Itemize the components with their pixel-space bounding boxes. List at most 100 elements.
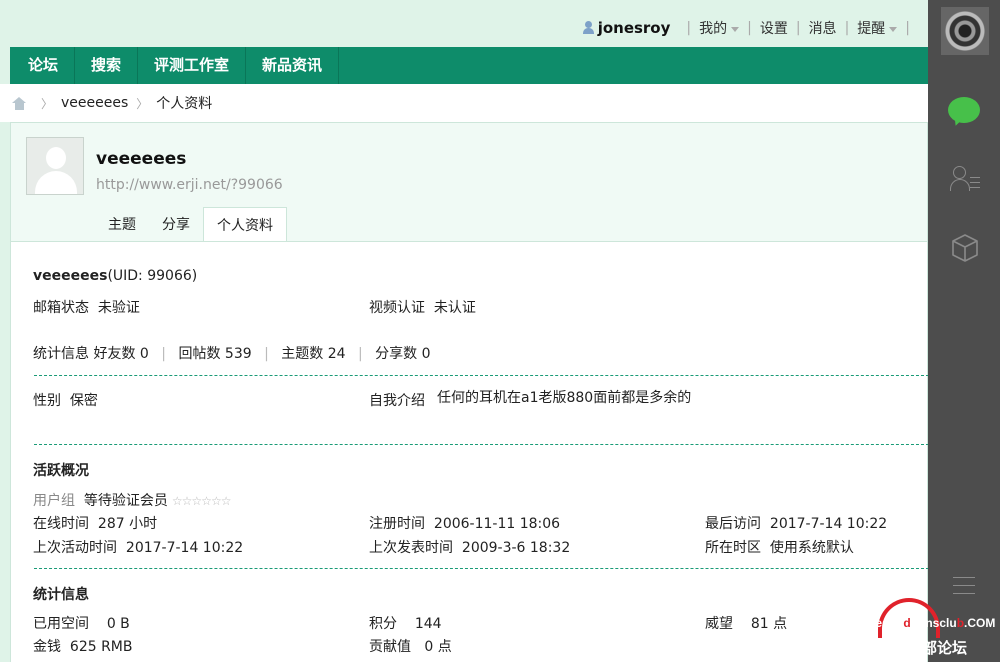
- shares-count-link[interactable]: 分享数 0: [375, 346, 430, 362]
- breadcrumb-page: 个人资料: [156, 96, 213, 112]
- last-visit: 最后访问 2017-7-14 10:22: [705, 513, 887, 533]
- nav-item-search[interactable]: 搜索: [75, 47, 139, 84]
- breadcrumb-separator: 〉: [41, 96, 54, 111]
- last-active: 上次活动时间 2017-7-14 10:22: [33, 537, 243, 557]
- stats-heading: 统计信息: [33, 587, 89, 603]
- money: 金钱 625 RMB: [33, 636, 133, 656]
- last-active-value: 2017-7-14 10:22: [125, 540, 244, 556]
- gender-value: 保密: [69, 393, 98, 409]
- breadcrumb: 〉 veeeeees 〉 个人资料: [0, 84, 928, 122]
- contribution: 贡献值 0 点: [369, 636, 452, 656]
- video-auth: 视频认证 未认证: [369, 297, 476, 317]
- section-divider: [34, 568, 929, 569]
- prestige-value: 81 点: [750, 616, 788, 632]
- site-watermark-logo: headpdhonsclub.COM 耳机俱乐部论坛: [838, 592, 1000, 662]
- nav-item-new-products[interactable]: 新品资讯: [246, 47, 340, 84]
- profile-title-line: veeeeees(UID: 99066): [33, 268, 197, 284]
- wechat-icon[interactable]: [948, 97, 980, 128]
- user-settings-icon[interactable]: [950, 166, 980, 194]
- register-time: 注册时间 2006-11-11 18:06: [369, 513, 560, 533]
- user-avatar-button[interactable]: [941, 7, 989, 55]
- divider: |: [795, 20, 801, 36]
- avatar[interactable]: [26, 137, 84, 195]
- last-post-label: 上次发表时间: [369, 540, 453, 556]
- user-group: 用户组 等待验证会员 ☆☆☆☆☆☆: [33, 490, 231, 510]
- my-menu[interactable]: 我的: [699, 18, 740, 38]
- last-visit-value: 2017-7-14 10:22: [769, 516, 888, 532]
- gender-label: 性别: [33, 393, 61, 409]
- divider: |: [905, 20, 910, 36]
- email-status: 邮箱状态 未验证: [33, 297, 140, 317]
- self-intro-value: 任何的耳机在a1老版880面前都是多余的: [437, 390, 692, 406]
- user-nav: jonesroy | 我的 | 设置 | 消息 | 提醒 |: [582, 18, 918, 38]
- replies-label: 回帖数: [178, 346, 221, 362]
- user-group-label: 用户组: [33, 493, 75, 509]
- tab-shares[interactable]: 分享: [149, 207, 203, 243]
- timezone-label: 所在时区: [705, 540, 761, 556]
- prestige: 威望 81 点: [705, 613, 787, 633]
- home-icon[interactable]: [12, 96, 27, 110]
- points-label: 积分: [369, 616, 397, 632]
- last-active-label: 上次活动时间: [33, 540, 117, 556]
- main-nav: 论坛 搜索 评测工作室 新品资讯: [10, 47, 928, 84]
- last-visit-label: 最后访问: [705, 516, 761, 532]
- replies-count: 539: [224, 346, 252, 362]
- threads-count-link[interactable]: 主题数 24: [281, 346, 345, 362]
- user-icon: [582, 21, 594, 35]
- prestige-label: 威望: [705, 616, 733, 632]
- notifications-label: 提醒: [857, 21, 886, 37]
- breadcrumb-user[interactable]: veeeeees: [61, 95, 128, 111]
- stats-label: 统计信息: [33, 346, 89, 362]
- section-divider: [34, 444, 929, 445]
- email-status-label: 邮箱状态: [33, 300, 89, 316]
- stats-line: 统计信息 好友数 0 | 回帖数 539 | 主题数 24 | 分享数 0: [33, 343, 431, 363]
- profile-tabs: 主题 分享 个人资料: [95, 207, 287, 243]
- divider: |: [264, 346, 269, 362]
- video-auth-label: 视频认证: [369, 300, 425, 316]
- profile-header: veeeeees http://www.erji.net/?99066 主题 分…: [10, 122, 928, 243]
- divider: |: [686, 20, 692, 36]
- contribution-label: 贡献值: [369, 639, 411, 655]
- replies-count-link[interactable]: 回帖数 539: [178, 346, 251, 362]
- used-space: 已用空间 0 B: [33, 613, 130, 633]
- gender: 性别 保密: [33, 390, 98, 410]
- friends-count-link[interactable]: 好友数 0: [93, 346, 148, 362]
- last-post: 上次发表时间 2009-3-6 18:32: [369, 537, 570, 557]
- nav-item-review-studio[interactable]: 评测工作室: [138, 47, 247, 84]
- breadcrumb-separator: 〉: [136, 96, 149, 111]
- profile-name: veeeeees: [96, 149, 187, 169]
- contribution-value: 0 点: [424, 639, 452, 655]
- divider: |: [747, 20, 752, 36]
- messages-link[interactable]: 消息: [809, 18, 837, 38]
- my-menu-label: 我的: [699, 21, 728, 37]
- online-time: 在线时间 287 小时: [33, 513, 157, 533]
- activity-heading: 活跃概况: [33, 463, 89, 479]
- shares-label: 分享数: [375, 346, 418, 362]
- cube-icon[interactable]: [951, 233, 979, 263]
- threads-count: 24: [327, 346, 346, 362]
- self-intro-label: 自我介绍: [369, 393, 425, 409]
- divider: |: [358, 346, 363, 362]
- self-intro: 自我介绍 任何的耳机在a1老版880面前都是多余的: [369, 390, 699, 410]
- timezone: 所在时区 使用系统默认: [705, 537, 854, 557]
- tab-profile[interactable]: 个人资料: [203, 207, 287, 243]
- used-space-value: 0 B: [106, 616, 130, 632]
- friends-count: 0: [139, 346, 149, 362]
- nav-item-forum[interactable]: 论坛: [10, 47, 76, 84]
- chevron-down-icon: [889, 26, 898, 32]
- user-group-value[interactable]: 等待验证会员: [84, 493, 168, 509]
- tab-threads[interactable]: 主题: [95, 207, 149, 243]
- profile-title-name: veeeeees: [33, 268, 108, 284]
- last-post-value: 2009-3-6 18:32: [461, 540, 571, 556]
- divider: |: [161, 346, 166, 362]
- notifications-menu[interactable]: 提醒: [857, 18, 898, 38]
- top-bar: jonesroy | 我的 | 设置 | 消息 | 提醒 |: [0, 0, 928, 47]
- settings-link[interactable]: 设置: [760, 18, 788, 38]
- money-value: 625 RMB: [69, 639, 133, 655]
- username-link[interactable]: jonesroy: [598, 19, 671, 37]
- online-time-label: 在线时间: [33, 516, 89, 532]
- video-auth-value: 未认证: [433, 300, 476, 316]
- profile-url[interactable]: http://www.erji.net/?99066: [96, 177, 283, 193]
- register-time-value: 2006-11-11 18:06: [433, 516, 561, 532]
- right-toolbar: [928, 0, 1000, 662]
